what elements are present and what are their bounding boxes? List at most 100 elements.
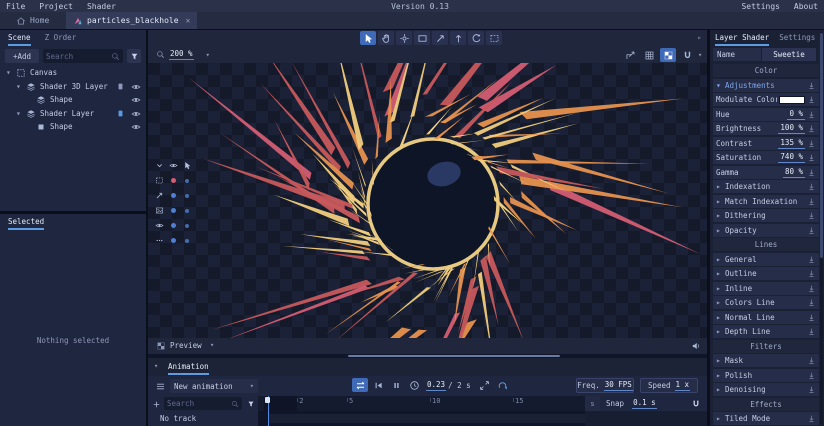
group-polish[interactable]: ▸Polish	[713, 369, 819, 382]
chevdown-icon[interactable]	[152, 158, 166, 173]
tab-home[interactable]: Home	[8, 12, 57, 29]
layer-color-dot[interactable]	[180, 218, 194, 233]
reset-icon[interactable]	[807, 211, 816, 220]
layer-row-shape[interactable]: Shape	[0, 93, 146, 106]
reset-icon[interactable]	[807, 327, 816, 336]
viewport-canvas[interactable]	[148, 63, 707, 338]
timeline-ruler[interactable]: 251015	[258, 396, 585, 411]
color-swatch[interactable]	[779, 96, 805, 104]
track-lane[interactable]	[258, 411, 585, 426]
speed-value[interactable]: 1 x	[675, 380, 691, 391]
layer-row-shader-3d-layer[interactable]: ▾Shader 3D Layer	[0, 80, 146, 93]
pixel-grid-button[interactable]	[641, 48, 657, 62]
property-brightness[interactable]: Brightness100 %	[713, 122, 819, 135]
inspector-scrollbar[interactable]	[820, 33, 823, 258]
group-depth-line[interactable]: ▸Depth Line	[713, 325, 819, 338]
track-search-field[interactable]	[164, 397, 242, 410]
translate-up-tool-button[interactable]	[450, 31, 466, 45]
speed-button[interactable]: Speed 1 x	[640, 378, 698, 393]
playhead-flag[interactable]	[265, 397, 270, 403]
caret-icon[interactable]: ▾	[16, 107, 21, 120]
group-denoising[interactable]: ▸Denoising	[713, 383, 819, 396]
skew-icon[interactable]	[152, 188, 166, 203]
loop-button[interactable]	[495, 378, 511, 392]
group-outline[interactable]: ▸Outline	[713, 267, 819, 280]
track-filter-button[interactable]	[245, 397, 257, 410]
snap-magnet-dropdown-icon[interactable]: ▾	[698, 51, 702, 59]
group-normal-line[interactable]: ▸Normal Line	[713, 311, 819, 324]
visibility-eye-icon[interactable]	[131, 109, 141, 119]
group-adjustments[interactable]: ▾Adjustments	[713, 79, 819, 92]
reset-icon[interactable]	[807, 313, 816, 322]
group-inline[interactable]: ▸Inline	[713, 282, 819, 295]
tab-document[interactable]: particles_blackhole ✕	[66, 12, 197, 29]
reset-icon[interactable]	[807, 414, 816, 423]
skew-tool-button[interactable]	[432, 31, 448, 45]
reset-icon[interactable]	[807, 110, 816, 119]
volume-icon[interactable]	[691, 341, 701, 351]
solo-badge-icon[interactable]	[116, 82, 125, 91]
ellipsis-icon[interactable]	[152, 233, 166, 248]
canvas-scrollbar[interactable]	[348, 355, 560, 357]
time-button[interactable]	[406, 378, 422, 392]
visibility-eye-icon[interactable]	[131, 122, 141, 132]
layer-color-dot[interactable]	[166, 233, 180, 248]
image-icon[interactable]	[152, 203, 166, 218]
animation-select[interactable]: New animation ▾	[170, 379, 258, 393]
reset-icon[interactable]	[807, 168, 816, 177]
group-dithering[interactable]: ▸Dithering	[713, 209, 819, 222]
reset-icon[interactable]	[807, 385, 816, 394]
move-tool-button[interactable]	[396, 31, 412, 45]
snap-value[interactable]: 0.1 s	[632, 398, 657, 409]
visibility-eye-icon[interactable]	[131, 82, 141, 92]
layer-color-dot[interactable]	[166, 218, 180, 233]
reset-icon[interactable]	[807, 284, 816, 293]
reset-icon[interactable]	[807, 139, 816, 148]
cursor-icon[interactable]	[180, 158, 194, 173]
tab-layer-shader[interactable]: Layer Shader	[715, 33, 769, 46]
pause-button[interactable]	[388, 378, 404, 392]
eye-icon[interactable]	[166, 158, 180, 173]
layer-color-dot[interactable]	[180, 173, 194, 188]
add-track-button[interactable]	[150, 397, 162, 411]
visibility-eye-icon[interactable]	[131, 95, 141, 105]
menu-file[interactable]: File	[6, 2, 25, 11]
transparent-background-button[interactable]	[660, 48, 676, 62]
group-general[interactable]: ▸General	[713, 253, 819, 266]
property-contrast[interactable]: Contrast135 %	[713, 137, 819, 150]
group-colors-line[interactable]: ▸Colors Line	[713, 296, 819, 309]
zoom-value[interactable]: 200 %	[169, 49, 194, 60]
property-modulate-color[interactable]: Modulate Color	[713, 93, 819, 106]
group-tiled-mode[interactable]: ▸Tiled Mode	[713, 412, 819, 425]
snap-magnet-button[interactable]	[679, 48, 695, 62]
reset-icon[interactable]	[807, 356, 816, 365]
tab-selected[interactable]: Selected	[8, 217, 44, 230]
reset-icon[interactable]	[807, 197, 816, 206]
animation-menu-button[interactable]	[152, 379, 168, 393]
layer-color-dot[interactable]	[180, 203, 194, 218]
crop-button[interactable]	[622, 48, 638, 62]
property-value[interactable]: 80 %	[783, 167, 805, 178]
preview-dropdown-icon[interactable]: ▾	[210, 341, 214, 349]
select-tool-button[interactable]	[360, 31, 376, 45]
menu-project[interactable]: Project	[39, 2, 73, 11]
menu-about[interactable]: About	[794, 2, 818, 11]
group-opacity[interactable]: ▸Opacity	[713, 224, 819, 237]
rect-tool-button[interactable]	[414, 31, 430, 45]
zoom-dropdown-icon[interactable]: ▾	[206, 51, 210, 59]
marquee-tool-button[interactable]	[486, 31, 502, 45]
reset-icon[interactable]	[807, 255, 816, 264]
group-match-indexation[interactable]: ▸Match Indexation	[713, 195, 819, 208]
layer-color-dot[interactable]	[166, 188, 180, 203]
reset-icon[interactable]	[807, 124, 816, 133]
caret-icon[interactable]: ▾	[6, 66, 11, 79]
frequency-button[interactable]: Freq. 30 FPS	[576, 378, 634, 393]
layer-color-dot[interactable]	[166, 173, 180, 188]
property-hue[interactable]: Hue0 %	[713, 108, 819, 121]
reset-icon[interactable]	[807, 371, 816, 380]
layer-row-canvas[interactable]: ▾Canvas	[0, 66, 146, 79]
snap-magnet-icon[interactable]	[691, 399, 701, 409]
reset-icon[interactable]	[807, 269, 816, 278]
reset-icon[interactable]	[807, 81, 816, 90]
property-value[interactable]: 135 %	[778, 138, 805, 149]
